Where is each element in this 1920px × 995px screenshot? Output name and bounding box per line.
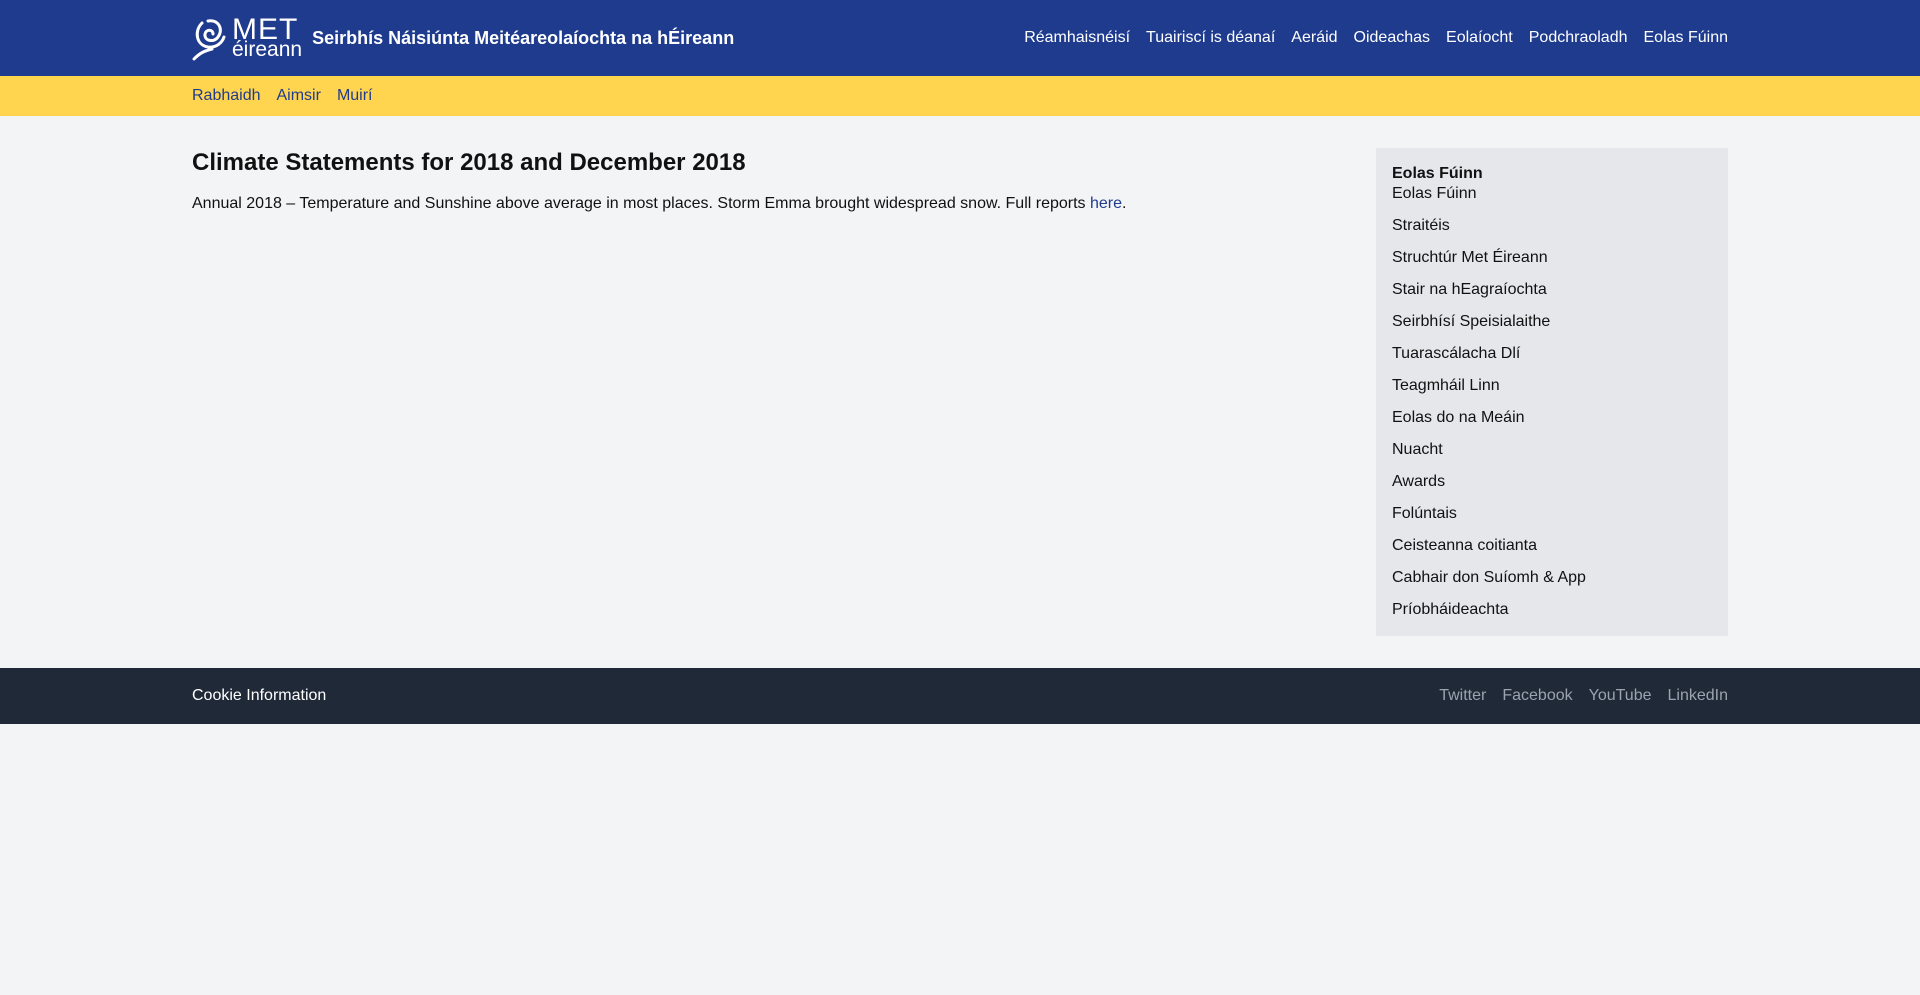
sidebar-item: Eolas do na Meáin bbox=[1392, 408, 1712, 428]
nav-item-about[interactable]: Eolas Fúinn bbox=[1644, 29, 1729, 47]
sub-nav: Rabhaidh Aimsir Muirí bbox=[192, 76, 1728, 116]
sidebar-item-vacancies[interactable]: Folúntais bbox=[1392, 505, 1457, 522]
sidebar-item: Seirbhísí Speisialaithe bbox=[1392, 312, 1712, 332]
sidebar-item-specialised-services[interactable]: Seirbhísí Speisialaithe bbox=[1392, 313, 1550, 330]
linkedin-link[interactable]: LinkedIn bbox=[1668, 687, 1729, 705]
sidebar-item-help[interactable]: Cabhair don Suíomh & App bbox=[1392, 569, 1586, 586]
header-inner: MET éireann Seirbhís Náisiúnta Meitéareo… bbox=[192, 0, 1728, 76]
main-nav: Réamhaisnéisí Tuairiscí is déanaí Aeráid… bbox=[1024, 29, 1728, 47]
site-footer: Cookie Information Twitter Facebook YouT… bbox=[0, 668, 1920, 724]
sidebar-item: Tuarascálacha Dlí bbox=[1392, 344, 1712, 364]
sub-nav-bar: Rabhaidh Aimsir Muirí bbox=[0, 76, 1920, 116]
brand[interactable]: MET éireann Seirbhís Náisiúnta Meitéareo… bbox=[192, 15, 734, 61]
sidebar-item-awards[interactable]: Awards bbox=[1392, 473, 1445, 490]
sidebar-item-news[interactable]: Nuacht bbox=[1392, 441, 1443, 458]
intro-end: . bbox=[1122, 195, 1127, 212]
page-title: Climate Statements for 2018 and December… bbox=[192, 149, 746, 176]
logo-wordmark: MET éireann bbox=[232, 15, 303, 62]
sidebar-item-faq[interactable]: Ceisteanna coitianta bbox=[1392, 537, 1537, 554]
sidebar-item-history[interactable]: Stair na hEagraíochta bbox=[1392, 281, 1547, 298]
nav-item-education[interactable]: Oideachas bbox=[1354, 29, 1431, 47]
site-title[interactable]: Seirbhís Náisiúnta Meitéareolaíochta na … bbox=[312, 28, 734, 49]
sidebar-item: Teagmháil Linn bbox=[1392, 376, 1712, 396]
sidebar-item: Cabhair don Suíomh & App bbox=[1392, 568, 1712, 588]
intro-paragraph: Annual 2018 – Temperature and Sunshine a… bbox=[192, 194, 1342, 214]
facebook-link[interactable]: Facebook bbox=[1502, 687, 1572, 705]
main-area: Climate Statements for 2018 and December… bbox=[192, 116, 1728, 668]
sidebar-item-strategy[interactable]: Straitéis bbox=[1392, 217, 1450, 234]
subnav-item-weather[interactable]: Aimsir bbox=[277, 87, 321, 105]
sidebar-item: Nuacht bbox=[1392, 440, 1712, 460]
twitter-link[interactable]: Twitter bbox=[1439, 687, 1486, 705]
intro-text: Annual 2018 – Temperature and Sunshine a… bbox=[192, 195, 1090, 212]
sidebar-item: Eolas Fúinn bbox=[1392, 184, 1712, 204]
youtube-link[interactable]: YouTube bbox=[1589, 687, 1652, 705]
cookie-info-link[interactable]: Cookie Information bbox=[192, 687, 326, 705]
sidebar-item-media[interactable]: Eolas do na Meáin bbox=[1392, 409, 1525, 426]
logo-eireann-text: éireann bbox=[232, 38, 303, 62]
sidebar-item-about[interactable]: Eolas Fúinn bbox=[1392, 185, 1477, 202]
sidebar-item: Stair na hEagraíochta bbox=[1392, 280, 1712, 300]
met-eireann-logo[interactable]: MET éireann bbox=[192, 15, 302, 61]
sidebar-item: Folúntais bbox=[1392, 504, 1712, 524]
sidebar-item-contact[interactable]: Teagmháil Linn bbox=[1392, 377, 1500, 394]
article-content: Climate Statements for 2018 and December… bbox=[192, 148, 1342, 636]
sidebar-item: Ceisteanna coitianta bbox=[1392, 536, 1712, 556]
sidebar: Eolas Fúinn Eolas Fúinn Straitéis Struch… bbox=[1376, 148, 1728, 636]
subnav-item-warnings[interactable]: Rabhaidh bbox=[192, 87, 261, 105]
social-links: Twitter Facebook YouTube LinkedIn bbox=[1439, 687, 1728, 705]
swirl-logo-icon bbox=[192, 19, 226, 61]
nav-item-science[interactable]: Eolaíocht bbox=[1446, 29, 1513, 47]
reports-link[interactable]: here bbox=[1090, 195, 1122, 212]
sidebar-item-statutory-reports[interactable]: Tuarascálacha Dlí bbox=[1392, 345, 1520, 362]
nav-item-climate[interactable]: Aeráid bbox=[1291, 29, 1337, 47]
sidebar-item: Awards bbox=[1392, 472, 1712, 492]
sidebar-item: Straitéis bbox=[1392, 216, 1712, 236]
nav-item-podcast[interactable]: Podchraoladh bbox=[1529, 29, 1628, 47]
sidebar-list: Eolas Fúinn Straitéis Struchtúr Met Éire… bbox=[1392, 184, 1712, 620]
site-header: MET éireann Seirbhís Náisiúnta Meitéareo… bbox=[0, 0, 1920, 76]
sidebar-item-privacy[interactable]: Príobháideachta bbox=[1392, 601, 1509, 618]
subnav-item-marine[interactable]: Muirí bbox=[337, 87, 373, 105]
sidebar-item-structure[interactable]: Struchtúr Met Éireann bbox=[1392, 249, 1548, 266]
sidebar-item: Príobháideachta bbox=[1392, 600, 1712, 620]
sidebar-item: Struchtúr Met Éireann bbox=[1392, 248, 1712, 268]
sidebar-heading: Eolas Fúinn bbox=[1392, 165, 1483, 182]
nav-item-forecasts[interactable]: Réamhaisnéisí bbox=[1024, 29, 1130, 47]
nav-item-latest-reports[interactable]: Tuairiscí is déanaí bbox=[1146, 29, 1275, 47]
footer-inner: Cookie Information Twitter Facebook YouT… bbox=[192, 668, 1728, 724]
